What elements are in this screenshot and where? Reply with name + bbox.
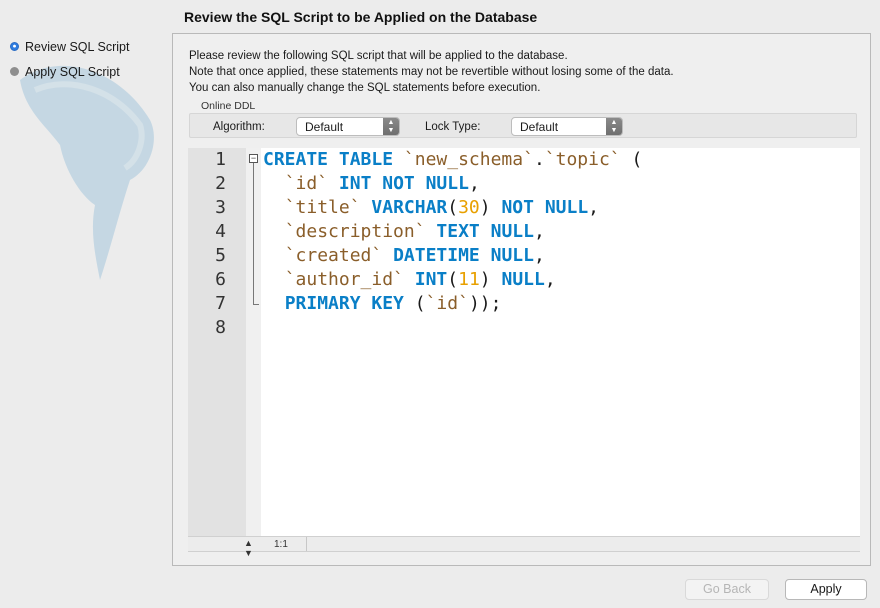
line-number: 7 (215, 293, 226, 314)
intro-text: Please review the following SQL script t… (189, 48, 674, 96)
line-number: 1 (215, 149, 226, 170)
sql-editor[interactable]: 1 2 3 4 5 6 7 8 − CREATE TABLE `new_schema`.`to… (188, 148, 860, 536)
code-token: `id` (425, 293, 469, 314)
line-number: 2 (215, 173, 226, 194)
code-line: `description` TEXT NULL, (263, 221, 545, 242)
code-token: `created` (284, 245, 383, 266)
code-token: VARCHAR (371, 197, 448, 218)
statusbar-divider (306, 537, 307, 551)
fold-margin: − (246, 148, 261, 536)
step-pending-icon (10, 67, 19, 76)
lock-type-select[interactable]: Default ▲ ▼ (511, 117, 623, 136)
code-token: ( (447, 197, 459, 218)
intro-line: Note that once applied, these statements… (189, 66, 674, 78)
fold-end (253, 304, 259, 305)
dropdown-arrow-icon: ▲ ▼ (383, 118, 399, 135)
fold-collapse-icon[interactable]: − (249, 154, 258, 163)
online-ddl-title: Online DDL (201, 100, 256, 112)
step-label: Review SQL Script (25, 39, 130, 54)
code-token: )); (468, 293, 502, 314)
code-line: `title` VARCHAR(30) NOT NULL, (263, 197, 599, 218)
code-token: `topic` (544, 149, 621, 170)
step-review-sql-script: Review SQL Script (10, 34, 129, 59)
lock-type-label: Lock Type: (425, 121, 481, 133)
line-number: 3 (215, 197, 226, 218)
code-token: PRIMARY KEY (284, 293, 404, 314)
line-number-gutter: 1 2 3 4 5 6 7 8 (188, 148, 246, 536)
code-token: , (468, 173, 480, 194)
code-token: `author_id` (284, 269, 404, 290)
code-token: CREATE TABLE (263, 149, 404, 170)
code-token: `new_schema` (403, 149, 534, 170)
line-number: 8 (215, 317, 226, 338)
code-line: `created` DATETIME NULL, (263, 245, 545, 266)
code-token: DATETIME NULL (393, 245, 534, 266)
algorithm-value: Default (305, 120, 344, 134)
page-title: Review the SQL Script to be Applied on t… (184, 9, 538, 25)
code-token: . (533, 149, 545, 170)
go-back-button[interactable]: Go Back (685, 579, 769, 600)
code-token: NULL (501, 269, 545, 290)
intro-line: You can also manually change the SQL sta… (189, 82, 541, 94)
code-token: NOT NULL (501, 197, 589, 218)
step-label: Apply SQL Script (25, 64, 120, 79)
code-line: PRIMARY KEY (`id`)); (263, 293, 502, 314)
wizard-steps: Review SQL Script Apply SQL Script (10, 34, 129, 84)
code-token: INT NOT NULL (338, 173, 469, 194)
code-line: `id` INT NOT NULL, (263, 173, 480, 194)
line-number: 6 (215, 269, 226, 290)
code-token: ) (479, 269, 502, 290)
code-token: `id` (284, 173, 329, 194)
code-token: , (533, 221, 545, 242)
step-apply-sql-script: Apply SQL Script (10, 59, 129, 84)
code-token: ) (479, 197, 502, 218)
algorithm-label: Algorithm: (213, 121, 265, 133)
line-number: 4 (215, 221, 226, 242)
code-token: 11 (458, 269, 480, 290)
lock-type-value: Default (520, 120, 559, 134)
code-token: ( (447, 269, 459, 290)
code-token: ( (620, 149, 643, 170)
review-panel: Please review the following SQL script t… (172, 33, 871, 566)
code-token: , (533, 245, 545, 266)
code-token: `description` (284, 221, 426, 242)
editor-statusbar: ▲ ▼ 1:1 (188, 536, 860, 558)
code-token: , (588, 197, 600, 218)
algorithm-select[interactable]: Default ▲ ▼ (296, 117, 400, 136)
code-token: INT (414, 269, 448, 290)
apply-button[interactable]: Apply (785, 579, 867, 600)
intro-line: Please review the following SQL script t… (189, 50, 568, 62)
code-token: , (544, 269, 556, 290)
fold-line (253, 163, 254, 305)
code-token: 30 (458, 197, 480, 218)
code-line: `author_id` INT(11) NULL, (263, 269, 556, 290)
code-token: `title` (284, 197, 361, 218)
online-ddl-group: Algorithm: Default ▲ ▼ Lock Type: Default… (189, 113, 857, 138)
dropdown-arrow-icon: ▲ ▼ (606, 118, 622, 135)
code-line: CREATE TABLE `new_schema`.`topic` ( (263, 149, 642, 170)
stepper-icon[interactable]: ▲ ▼ (244, 538, 253, 558)
cursor-position: 1:1 (274, 539, 288, 550)
code-token: TEXT NULL (436, 221, 534, 242)
line-number: 5 (215, 245, 226, 266)
code-token: ( (403, 293, 426, 314)
step-active-icon (10, 42, 19, 51)
